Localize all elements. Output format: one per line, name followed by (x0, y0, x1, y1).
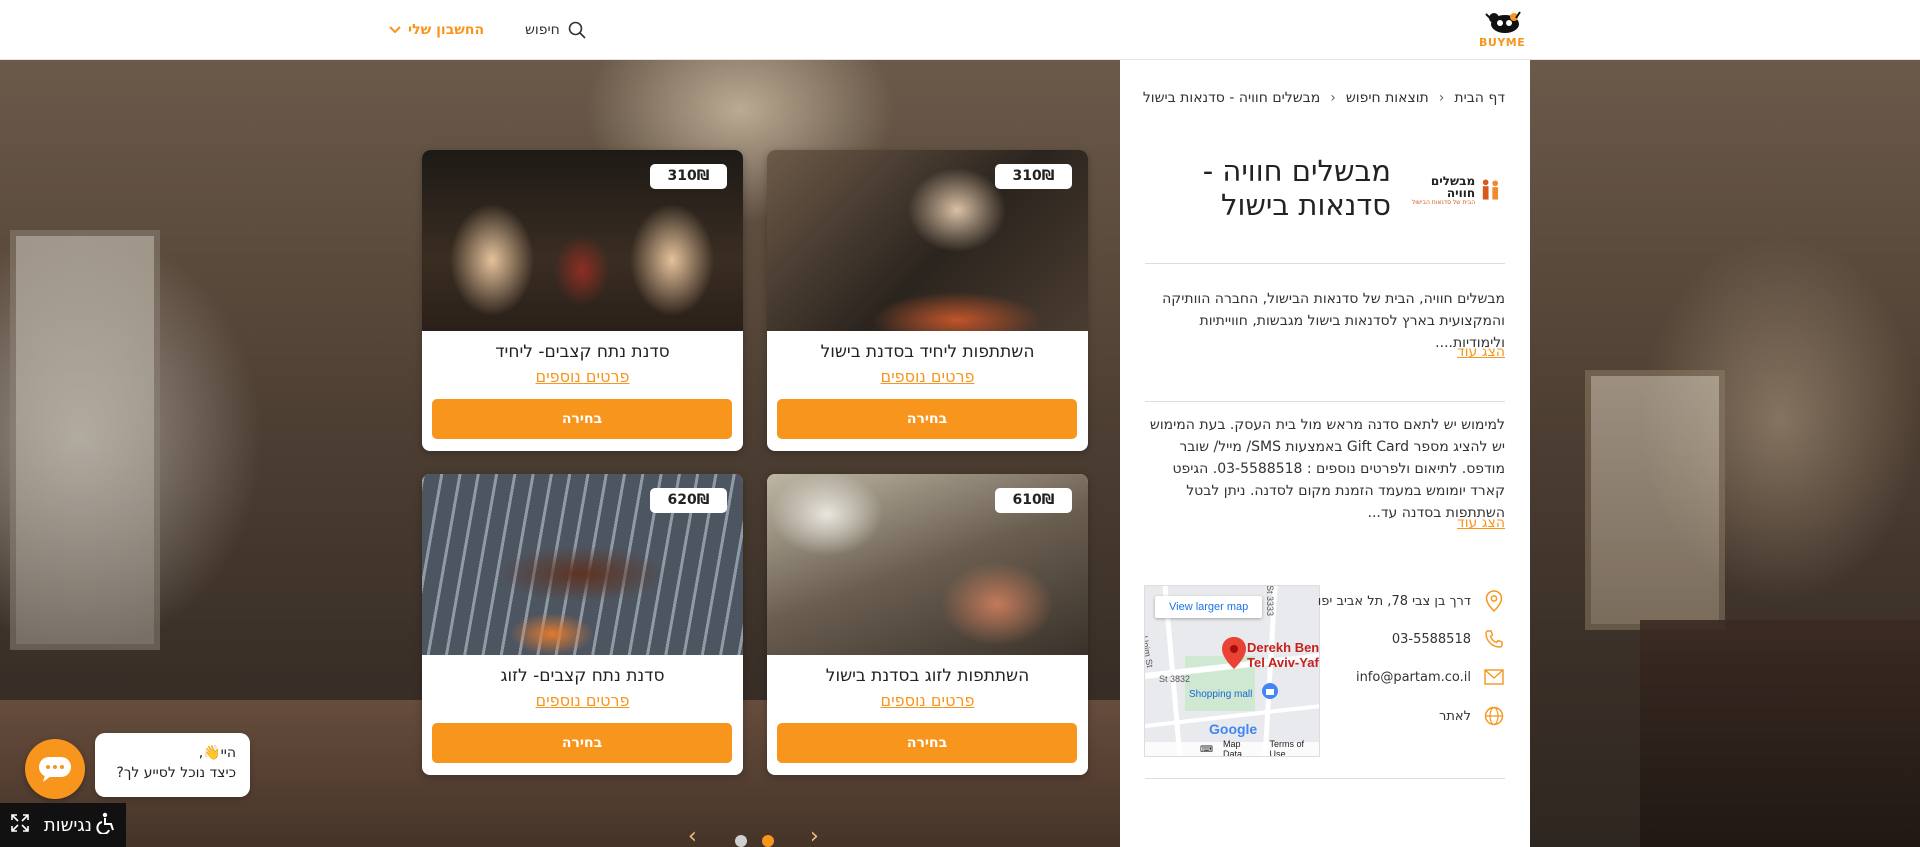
phone-icon (1483, 628, 1505, 650)
map-pin-label: Derekh Ben- Tel Aviv-Yaf (1247, 640, 1320, 670)
map-terms-link[interactable]: Terms of Use (1269, 739, 1319, 756)
price-badge: 310₪ (650, 164, 727, 189)
choose-button[interactable]: בחירה (777, 399, 1077, 439)
price-badge: 310₪ (995, 164, 1072, 189)
view-larger-map-button[interactable]: View larger map (1155, 596, 1263, 618)
accessibility-label: נגישות (43, 814, 92, 836)
keyboard-icon[interactable]: ⌨ (1200, 744, 1213, 755)
business-logo-text: מבשלים חוויה הבית של סדנאות הבישול (1402, 175, 1475, 206)
chat-bubble-icon (39, 757, 71, 782)
product-card[interactable]: 610₪ השתתפות לזוג בסדנת בישול פרטים נוספ… (767, 474, 1088, 775)
breadcrumb-current: מבשלים חוויה - סדנאות בישול (1142, 90, 1321, 106)
chevron-down-icon (389, 26, 401, 34)
my-account-menu[interactable]: החשבון שלי (388, 18, 484, 42)
more-details-link[interactable]: פרטים נוספים (422, 367, 743, 386)
chat-button[interactable] (25, 739, 85, 799)
accessibility-button[interactable]: נגישות (0, 803, 126, 847)
price-badge: 610₪ (995, 488, 1072, 513)
chat-greeting: היי👋, (198, 745, 236, 761)
email-text[interactable]: info@partam.co.il (1356, 670, 1471, 685)
chefs-logo-icon (1482, 179, 1499, 200)
show-more-description-link[interactable]: הצג עוד (1457, 344, 1505, 360)
search-label: חיפוש (525, 22, 560, 38)
map-street-label: 3333 St (1265, 586, 1275, 616)
product-card[interactable]: 310₪ השתתפות ליחיד בסדנת בישול פרטים נוס… (767, 150, 1088, 451)
map-pin-icon (1222, 637, 1246, 669)
page-dot-active[interactable] (762, 835, 774, 847)
business-description: מבשלים חוויה, הבית של סדנאות הבישול, החב… (1162, 291, 1505, 351)
business-logo-tagline: הבית של סדנאות הבישול (1411, 198, 1476, 206)
background-window (10, 230, 160, 650)
website-link[interactable]: לאתר (1439, 709, 1471, 724)
business-logo: מבשלים חוויה הבית של סדנאות הבישול (1402, 170, 1502, 210)
map-shopping-label: Shopping mall (1189, 689, 1253, 700)
my-account-label: החשבון שלי (408, 22, 485, 38)
product-title: סדנת נתח קצבים- ליחיד (495, 342, 670, 362)
price-badge: 620₪ (650, 488, 727, 513)
business-logo-name: מבשלים חוויה (1430, 173, 1476, 200)
search-box[interactable]: חיפוש (525, 18, 586, 42)
expand-icon (10, 813, 30, 837)
more-details-link[interactable]: פרטים נוספים (767, 691, 1088, 710)
redemption-terms: למימוש יש לתאם סדנה מראש מול בית העסק. ב… (1149, 417, 1505, 521)
breadcrumb: דף הבית ‹ תוצאות חיפוש ‹ מבשלים חוויה - … (1143, 90, 1505, 106)
previous-page-arrow-icon[interactable]: ‹ (688, 826, 697, 847)
map-street-label: 3832 St (1159, 674, 1190, 684)
choose-button[interactable]: בחירה (432, 399, 732, 439)
show-more-terms-link[interactable]: הצג עוד (1457, 515, 1505, 531)
product-card[interactable]: 620₪ סדנת נתח קצבים- לזוג פרטים נוספים ב… (422, 474, 743, 775)
background-door (1585, 370, 1725, 630)
contact-phone[interactable]: 03-5588518 (1392, 628, 1505, 650)
product-title: השתתפות לזוג בסדנת בישול (825, 666, 1030, 686)
contact-website[interactable]: לאתר (1439, 705, 1505, 727)
chevron-left-icon: ‹ (1330, 90, 1336, 106)
pagination: ‹ › (680, 826, 830, 847)
search-icon (568, 21, 586, 39)
address-text: דרך בן צבי 78, תל אביב יפו (1317, 593, 1471, 609)
business-info-panel: דף הבית ‹ תוצאות חיפוש ‹ מבשלים חוויה - … (1120, 60, 1530, 847)
shopping-bag-icon (1262, 683, 1278, 699)
wheelchair-icon (96, 812, 116, 838)
phone-text[interactable]: 03-5588518 (1392, 632, 1471, 647)
page-dot[interactable] (735, 835, 747, 847)
breadcrumb-search-results[interactable]: תוצאות חיפוש (1346, 90, 1429, 106)
more-details-link[interactable]: פרטים נוספים (422, 691, 743, 710)
google-logo: Google (1209, 721, 1258, 737)
top-header: BUYME חיפוש החשבון שלי (0, 0, 1920, 60)
globe-icon (1483, 705, 1505, 727)
chat-question: כיצד נוכל לסייע לך? (116, 765, 236, 781)
divider (1145, 263, 1505, 264)
map-data-link[interactable]: Map Data (1223, 739, 1259, 756)
next-page-arrow-icon[interactable]: › (810, 826, 819, 847)
map-footer: ⌨ Map Data Terms of Use (1145, 739, 1319, 756)
background-piano (1640, 620, 1920, 847)
chat-greeting-bubble[interactable]: היי👋, כיצד נוכל לסייע לך? (95, 733, 250, 797)
product-title: סדנת נתח קצבים- לזוג (500, 666, 665, 686)
email-icon (1483, 666, 1505, 688)
breadcrumb-home[interactable]: דף הבית (1454, 90, 1505, 106)
business-title: מבשלים חוויה - סדנאות בישול (1202, 154, 1391, 222)
divider (1145, 778, 1505, 779)
logo-wordmark: BUYME (1479, 36, 1526, 49)
contact-email[interactable]: info@partam.co.il (1356, 666, 1505, 688)
choose-button[interactable]: בחירה (777, 723, 1077, 763)
location-map[interactable]: 3832 St 3333 St Unim St ER View larger m… (1144, 585, 1320, 757)
contact-address: דרך בן צבי 78, תל אביב יפו (1318, 590, 1505, 612)
choose-button[interactable]: בחירה (432, 723, 732, 763)
location-pin-icon (1483, 590, 1505, 612)
product-title: השתתפות ליחיד בסדנת בישול (820, 342, 1035, 362)
chevron-left-icon: ‹ (1438, 90, 1445, 106)
more-details-link[interactable]: פרטים נוספים (767, 367, 1088, 386)
divider (1145, 401, 1505, 402)
product-card[interactable]: 310₪ סדנת נתח קצבים- ליחיד פרטים נוספים … (422, 150, 743, 451)
